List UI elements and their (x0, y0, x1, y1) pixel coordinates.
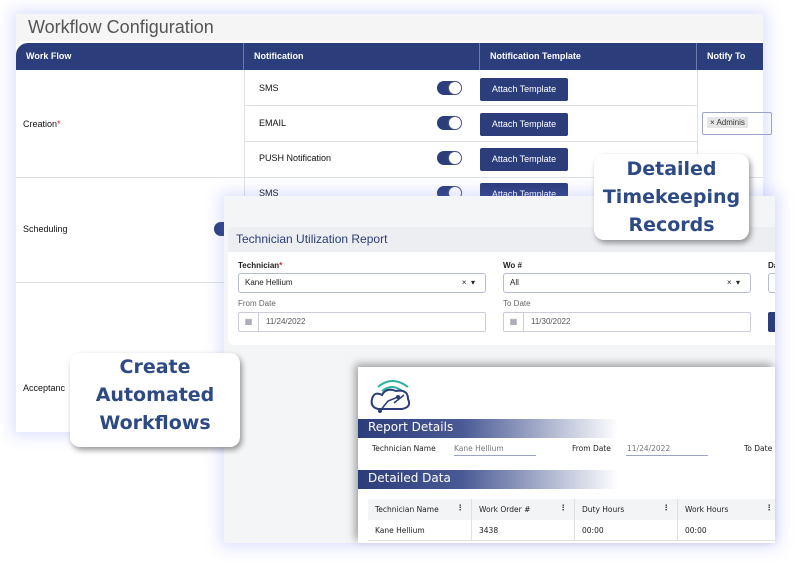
col-technician-name[interactable]: Technician Name ⋮ (368, 499, 472, 520)
notify-to-select[interactable]: × Adminis (702, 112, 772, 135)
wo-label: Wo # (503, 261, 522, 270)
technician-select[interactable]: Kane Hellium × ▾ (238, 273, 486, 293)
workflow-creation: Creation* (23, 119, 61, 129)
col-header-workflow: Work Flow (16, 43, 244, 70)
callout-timekeeping: Detailed Timekeeping Records (594, 154, 749, 240)
col-header-notify-to: Notify To (697, 43, 763, 70)
tech-name-value: Kane Hellium (454, 444, 504, 453)
report-filter-card: Technician Utilization Report Technician… (228, 227, 775, 345)
to-date-label: To Date (744, 444, 773, 453)
search-button[interactable] (768, 312, 775, 332)
email-toggle[interactable] (437, 116, 462, 130)
col-work-order[interactable]: Work Order # ⋮ (472, 499, 575, 520)
company-logo (370, 380, 411, 413)
chevron-down-icon[interactable]: ▾ (736, 278, 740, 287)
technician-label: Technician* (238, 261, 283, 270)
callout-workflows: Create Automated Workflows (70, 353, 240, 447)
to-date-label: To Date (503, 299, 531, 308)
clear-icon[interactable]: × (462, 278, 467, 287)
from-date-value: 11/24/2022 (627, 444, 671, 453)
col-header-notification: Notification (244, 43, 480, 70)
date-label: Da (768, 261, 775, 270)
notification-sms: SMS (259, 83, 279, 93)
calendar-icon[interactable]: ▦ (239, 313, 259, 331)
tech-name-label: Technician Name (372, 444, 436, 453)
col-duty-hours[interactable]: Duty Hours ⋮ (575, 499, 678, 520)
calendar-icon[interactable]: ▦ (504, 313, 524, 331)
workflow-scheduling: Scheduling (23, 224, 68, 234)
column-menu-icon[interactable]: ⋮ (766, 503, 774, 512)
table-cell: 3438 (472, 520, 575, 541)
to-date-input[interactable]: ▦ 11/30/2022 (503, 312, 751, 332)
from-date-label: From Date (572, 444, 611, 453)
remove-tag-icon[interactable]: × (710, 118, 715, 127)
col-header-template: Notification Template (480, 43, 697, 70)
column-menu-icon[interactable]: ⋮ (457, 503, 465, 512)
notification-push: PUSH Notification (259, 153, 332, 163)
page-title: Workflow Configuration (16, 14, 763, 41)
attach-template-button[interactable]: Attach Template (480, 148, 568, 171)
column-menu-icon[interactable]: ⋮ (663, 503, 671, 512)
table-cell: 00:00 (678, 520, 775, 541)
clear-icon[interactable]: × (727, 278, 732, 287)
notify-to-tag: × Adminis (707, 117, 748, 128)
attach-template-button[interactable]: Attach Template (480, 113, 568, 136)
from-date-label: From Date (238, 299, 276, 308)
third-select[interactable] (768, 273, 775, 293)
report-details-heading: Report Details (358, 419, 618, 438)
notification-email: EMAIL (259, 118, 287, 128)
wo-select[interactable]: All × ▾ (503, 273, 751, 293)
table-cell: Kane Hellium (368, 520, 472, 541)
attach-template-button[interactable]: Attach Template (480, 78, 568, 101)
table-cell: 00:00 (575, 520, 678, 541)
report-printout: Report Details Technician Name Kane Hell… (358, 367, 775, 543)
column-menu-icon[interactable]: ⋮ (560, 503, 568, 512)
from-date-input[interactable]: ▦ 11/24/2022 (238, 312, 486, 332)
push-toggle[interactable] (437, 151, 462, 165)
col-work-hours[interactable]: Work Hours ⋮ (678, 499, 775, 520)
workflow-acceptance: Acceptanc (23, 383, 66, 393)
sms-toggle[interactable] (437, 81, 462, 95)
detailed-data-heading: Detailed Data (358, 470, 618, 489)
chevron-down-icon[interactable]: ▾ (471, 278, 475, 287)
